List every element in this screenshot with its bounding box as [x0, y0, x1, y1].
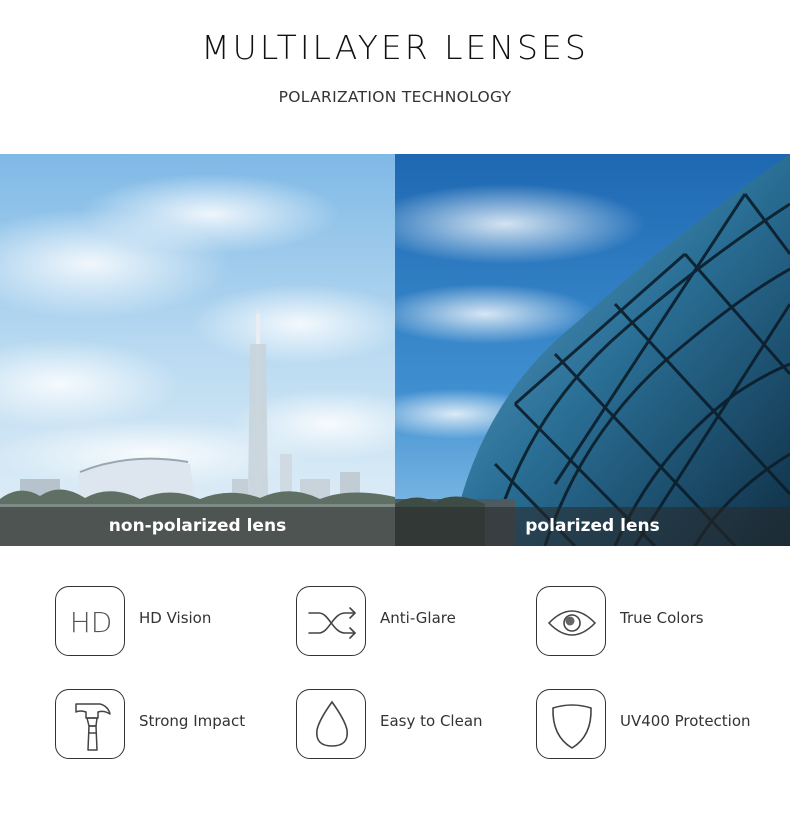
caption-bar: non-polarized lens: [0, 507, 395, 546]
polarized-caption: polarized lens: [525, 516, 660, 536]
polarized-photo: polarized lens: [395, 154, 790, 546]
eye-icon: [536, 586, 606, 656]
page-title: MULTILAYER LENSES: [201, 28, 589, 67]
feature-label: Strong Impact: [139, 712, 246, 730]
feature-label: True Colors: [620, 609, 704, 627]
shield-icon: [536, 689, 606, 759]
city-skyline-image: [0, 154, 395, 546]
feature-label: Anti-Glare: [380, 609, 456, 627]
feature-label: Easy to Clean: [380, 712, 483, 730]
page-subtitle: POLARIZATION TECHNOLOGY: [278, 88, 512, 106]
header: MULTILAYER LENSES POLARIZATION TECHNOLOG…: [0, 0, 790, 154]
non-polarized-photo: non-polarized lens: [0, 154, 395, 546]
hd-icon-text: HD: [70, 606, 113, 639]
non-polarized-caption: non-polarized lens: [108, 516, 287, 536]
hd-icon: HD: [55, 586, 125, 656]
caption-bar: polarized lens: [395, 507, 790, 546]
glass-building-image: [395, 154, 790, 546]
hammer-icon: [55, 689, 125, 759]
feature-label: HD Vision: [139, 609, 212, 627]
shuffle-arrows-icon: [296, 586, 366, 656]
water-drop-icon: [296, 689, 366, 759]
feature-label: UV400 Protection: [620, 712, 751, 730]
